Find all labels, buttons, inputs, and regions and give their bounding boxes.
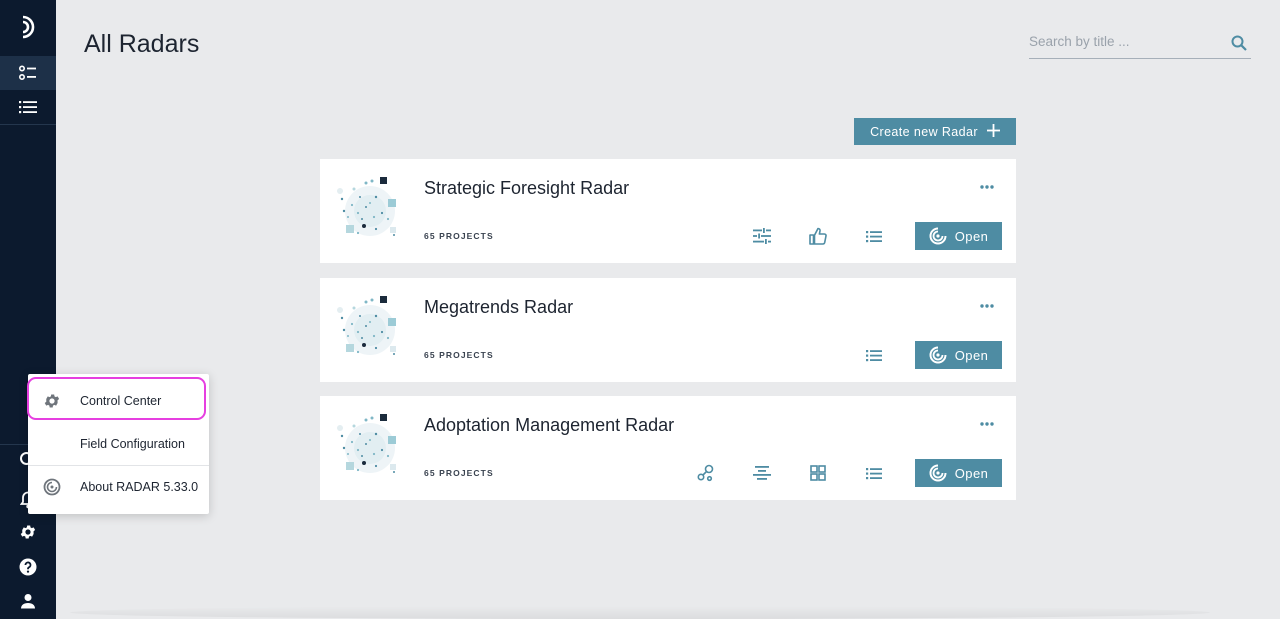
sidebar-divider <box>0 124 56 125</box>
open-button-label: Open <box>954 465 989 481</box>
grid-icon[interactable] <box>807 462 829 484</box>
radar-icon <box>928 464 947 482</box>
list-icon[interactable] <box>863 462 885 484</box>
thumbs-up-icon[interactable] <box>807 225 829 247</box>
more-options-icon[interactable] <box>976 298 998 314</box>
radar-card: Adoptation Management Radar 65 PROJECTS … <box>320 396 1016 500</box>
search-input[interactable] <box>1029 34 1219 49</box>
create-button-label: Create new Radar <box>870 124 978 139</box>
search-field <box>1029 32 1251 59</box>
menu-item-field-configuration[interactable]: Field Configuration <box>28 424 209 464</box>
settings-gear-icon[interactable] <box>0 518 56 546</box>
open-radar-button[interactable]: Open <box>915 222 1002 250</box>
list-icon[interactable] <box>863 225 885 247</box>
project-count: 65 PROJECTS <box>424 468 494 478</box>
radar-title: Adoptation Management Radar <box>424 415 675 435</box>
search-icon[interactable] <box>1231 35 1247 56</box>
open-button-label: Open <box>954 228 989 244</box>
radar-thumbnail-icon <box>337 177 396 236</box>
help-icon[interactable] <box>0 552 56 582</box>
projects-nav-icon[interactable] <box>0 56 56 90</box>
scroll-shadow <box>70 606 1210 619</box>
radar-icon <box>928 346 947 364</box>
open-radar-button[interactable]: Open <box>915 341 1002 369</box>
radar-title: Megatrends Radar <box>424 297 574 317</box>
radar-card: Strategic Foresight Radar 65 PROJECTS Op… <box>320 159 1016 263</box>
page-title: All Radars <box>84 30 200 58</box>
open-radar-button[interactable]: Open <box>915 459 1002 487</box>
menu-divider <box>28 465 209 466</box>
project-count: 65 PROJECTS <box>424 231 494 241</box>
menu-item-label: Field Configuration <box>80 437 185 451</box>
radar-logo-icon[interactable] <box>0 10 56 44</box>
radar-title: Strategic Foresight Radar <box>424 178 630 198</box>
sliders-icon[interactable] <box>751 225 773 247</box>
create-new-radar-button[interactable]: Create new Radar <box>854 118 1016 145</box>
more-options-icon[interactable] <box>976 179 998 195</box>
menu-item-about[interactable]: About RADAR 5.33.0 <box>28 467 209 507</box>
more-options-icon[interactable] <box>976 416 998 432</box>
network-icon[interactable] <box>695 462 717 484</box>
radar-icon <box>928 227 947 245</box>
align-center-icon[interactable] <box>751 462 773 484</box>
user-profile-icon[interactable] <box>0 586 56 616</box>
list-nav-icon[interactable] <box>0 92 56 122</box>
radar-icon <box>42 477 62 497</box>
project-count: 65 PROJECTS <box>424 350 494 360</box>
menu-item-label: About RADAR 5.33.0 <box>80 480 199 494</box>
radar-card: Megatrends Radar 65 PROJECTS Open <box>320 278 1016 382</box>
radar-thumbnail-icon <box>337 296 396 355</box>
radar-thumbnail-icon <box>337 414 396 473</box>
list-icon[interactable] <box>863 344 885 366</box>
sidebar <box>0 0 56 619</box>
plus-icon <box>986 123 1000 140</box>
highlight-outline <box>27 377 206 420</box>
settings-menu: Control Center Field Configuration About… <box>27 374 209 514</box>
open-button-label: Open <box>954 347 989 363</box>
